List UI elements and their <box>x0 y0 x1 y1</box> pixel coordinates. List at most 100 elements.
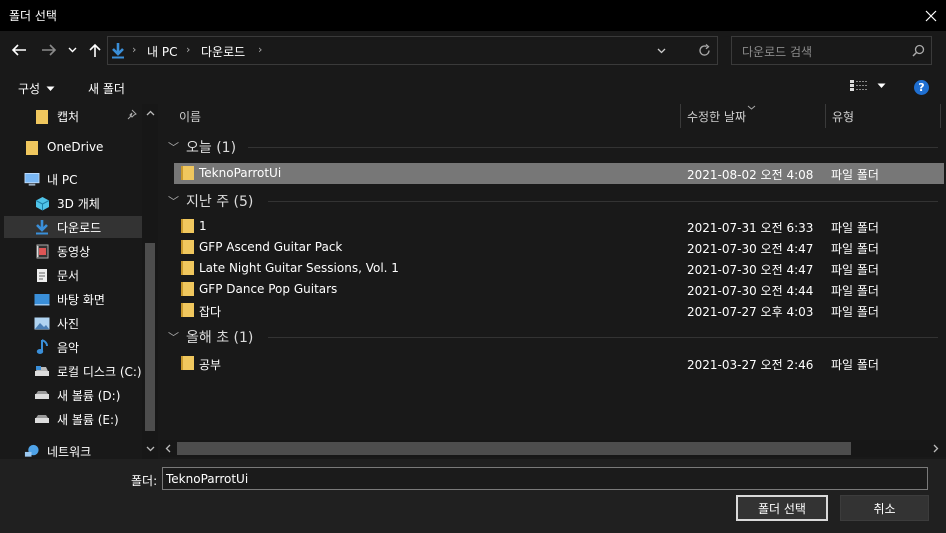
nav-item-videos[interactable]: 동영상 <box>4 240 142 262</box>
breadcrumb-item-pc[interactable]: 내 PC <box>147 43 177 60</box>
group-divider <box>248 147 938 148</box>
address-bar[interactable]: › 내 PC › 다운로드 › <box>107 36 718 65</box>
forward-button[interactable] <box>38 39 60 61</box>
chevron-down-icon <box>877 83 886 88</box>
chevron-down-icon <box>657 48 666 53</box>
cancel-button[interactable]: 취소 <box>840 495 929 521</box>
up-arrow-icon <box>89 43 101 57</box>
nav-item-downloads[interactable]: 다운로드 <box>4 216 142 238</box>
file-row[interactable]: GFP Ascend Guitar Pack 2021-07-30 오전 4:4… <box>174 237 944 258</box>
chevron-down-icon <box>46 86 55 91</box>
folder-icon <box>181 356 194 370</box>
nav-item-pictures[interactable]: 사진 <box>4 312 142 334</box>
breadcrumb-separator-icon: › <box>258 43 263 56</box>
video-icon <box>34 243 50 259</box>
folder-label: 폴더: <box>131 474 158 488</box>
column-header-modified[interactable]: 수정한 날짜 <box>687 104 746 128</box>
chevron-right-icon <box>933 444 939 453</box>
nav-item-documents[interactable]: 문서 <box>4 264 142 286</box>
organize-button[interactable]: 구성 <box>18 80 55 97</box>
help-icon[interactable]: ? <box>914 80 929 95</box>
file-row[interactable]: 잡다 2021-07-27 오후 4:03 파일 폴더 <box>174 300 944 321</box>
column-header-type[interactable]: 유형 <box>832 104 854 128</box>
navigation-pane: 캡처 OneDrive 내 PC 3D 개체 다운로드 동영상 문서 바탕 화면… <box>0 104 158 459</box>
refresh-icon <box>699 44 710 56</box>
command-bar: 구성 새 폴더 ? <box>0 70 946 104</box>
file-row[interactable]: 공부 2021-03-27 오전 2:46 파일 폴더 <box>174 353 944 374</box>
network-icon <box>24 443 40 459</box>
organize-label: 구성 <box>18 82 41 96</box>
chevron-left-icon <box>165 444 171 453</box>
details-view-icon <box>850 80 867 91</box>
nav-item-captures[interactable]: 캡처 <box>4 105 142 127</box>
file-row[interactable]: Late Night Guitar Sessions, Vol. 1 2021-… <box>174 258 944 279</box>
pin-icon <box>126 109 137 123</box>
view-options-button[interactable] <box>850 79 886 92</box>
file-row[interactable]: TeknoParrotUi 2021-08-02 오전 4:08 파일 폴더 <box>174 163 944 184</box>
download-icon <box>34 219 50 235</box>
nav-item-drive-d[interactable]: 새 볼륨 (D:) <box>4 384 142 406</box>
nav-item-drive-e[interactable]: 새 볼륨 (E:) <box>4 408 142 430</box>
drive-icon <box>34 411 50 427</box>
chevron-down-icon: ﹀ <box>168 141 179 154</box>
folder-icon <box>34 108 50 124</box>
chevron-down-icon: ﹀ <box>168 331 179 344</box>
column-divider[interactable] <box>940 104 941 128</box>
nav-item-network[interactable]: 네트워크 <box>4 440 142 459</box>
group-header-today[interactable]: ﹀ 오늘 (1) <box>168 136 938 158</box>
up-button[interactable] <box>84 39 106 61</box>
back-arrow-icon <box>11 44 26 56</box>
music-icon <box>34 339 50 355</box>
column-header-name[interactable]: 이름 <box>179 104 201 128</box>
folder-icon <box>181 240 194 254</box>
search-placeholder: 다운로드 검색 <box>742 45 813 59</box>
file-row[interactable]: 1 2021-07-31 오전 6:33 파일 폴더 <box>174 216 944 237</box>
back-button[interactable] <box>8 39 30 61</box>
search-icon <box>912 44 925 57</box>
folder-icon <box>181 261 194 275</box>
nav-item-onedrive[interactable]: OneDrive <box>4 136 142 158</box>
new-folder-button[interactable]: 새 폴더 <box>88 80 125 97</box>
folder-name-input[interactable] <box>162 467 928 490</box>
recent-locations-button[interactable] <box>63 39 81 61</box>
address-history-button[interactable] <box>648 37 675 64</box>
chevron-up-icon <box>146 110 155 116</box>
nav-item-3d-objects[interactable]: 3D 개체 <box>4 192 142 214</box>
forward-arrow-icon <box>42 44 57 56</box>
drive-icon <box>34 363 50 379</box>
column-divider[interactable] <box>680 104 681 128</box>
select-folder-button[interactable]: 폴더 선택 <box>736 495 828 521</box>
folder-icon <box>181 282 194 296</box>
folder-icon <box>181 219 194 233</box>
group-header-last-week[interactable]: ﹀ 지난 주 (5) <box>168 190 938 212</box>
nav-item-this-pc[interactable]: 내 PC <box>4 168 142 190</box>
pc-icon <box>24 171 40 187</box>
sort-indicator-icon <box>747 105 756 110</box>
navigation-scrollbar-thumb[interactable] <box>145 243 155 431</box>
nav-item-desktop[interactable]: 바탕 화면 <box>4 288 142 310</box>
drive-icon <box>34 387 50 403</box>
breadcrumb-separator-icon: › <box>132 43 137 56</box>
breadcrumb-item-downloads[interactable]: 다운로드 <box>201 43 245 60</box>
refresh-button[interactable] <box>691 37 718 64</box>
window-title: 폴더 선택 <box>9 9 57 23</box>
close-button[interactable] <box>916 0 946 31</box>
column-divider[interactable] <box>825 104 826 128</box>
nav-item-music[interactable]: 음악 <box>4 336 142 358</box>
search-box[interactable]: 다운로드 검색 <box>731 36 932 65</box>
title-bar: 폴더 선택 <box>0 0 946 31</box>
horizontal-scrollbar-thumb[interactable] <box>177 442 851 455</box>
desktop-icon <box>34 291 50 307</box>
nav-item-drive-c[interactable]: 로컬 디스크 (C:) <box>4 360 142 382</box>
folder-icon <box>181 303 194 317</box>
folder-icon <box>24 139 40 155</box>
file-list: 이름 수정한 날짜 유형 ﹀ 오늘 (1) TeknoParrotUi 2021… <box>160 104 946 459</box>
group-header-earlier-this-year[interactable]: ﹀ 올해 초 (1) <box>168 326 938 348</box>
group-divider <box>268 201 938 202</box>
chevron-down-icon <box>146 446 155 452</box>
file-row[interactable]: GFP Dance Pop Guitars 2021-07-30 오전 4:44… <box>174 279 944 300</box>
download-icon <box>112 43 124 59</box>
document-icon <box>34 267 50 283</box>
chevron-down-icon: ﹀ <box>168 195 179 208</box>
group-divider <box>268 337 938 338</box>
